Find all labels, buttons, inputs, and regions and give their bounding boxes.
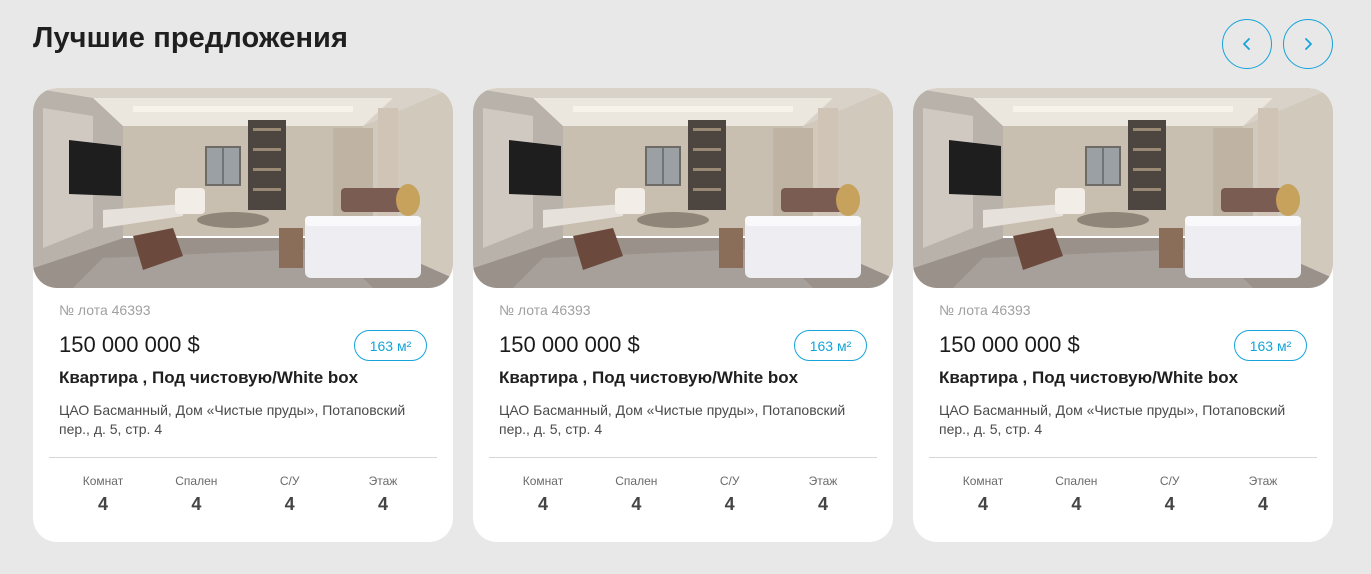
stats-row: Комнат 4 Спален 4 С/У 4 Этаж 4 — [71, 474, 415, 515]
stat-value: 4 — [97, 494, 108, 514]
price: 150 000 000 $ — [59, 332, 200, 357]
stat-value: 4 — [817, 494, 828, 514]
chevron-right-icon — [1305, 38, 1312, 50]
price: 150 000 000 $ — [939, 332, 1080, 357]
section-title: Лучшие предложения — [33, 22, 349, 54]
stat-item: Комнат 4 — [511, 474, 575, 515]
card-body: № лота 46393 150 000 000 $ 163 м² Кварти… — [913, 288, 1333, 542]
stat-value: 4 — [1257, 494, 1268, 514]
best-offers-section: Лучшие предложения № лота 46393 150 000 … — [0, 0, 1371, 574]
divider — [49, 457, 437, 458]
stat-label: Комнат — [522, 474, 564, 488]
apartment-photo[interactable] — [33, 88, 453, 288]
next-button[interactable] — [1283, 19, 1333, 69]
apartment-photo[interactable] — [913, 88, 1333, 288]
stats-row: Комнат 4 Спален 4 С/У 4 Этаж 4 — [951, 474, 1295, 515]
area-badge: 163 м² — [354, 330, 427, 361]
offer-card[interactable]: № лота 46393 150 000 000 $ 163 м² Кварти… — [473, 88, 893, 542]
stat-item: Комнат 4 — [951, 474, 1015, 515]
stat-label: С/У — [1159, 474, 1180, 488]
area-badge: 163 м² — [1234, 330, 1307, 361]
apartment-photo[interactable] — [473, 88, 893, 288]
offer-card[interactable]: № лота 46393 150 000 000 $ 163 м² Кварти… — [913, 88, 1333, 542]
stat-item: Спален 4 — [164, 474, 228, 515]
stat-label: С/У — [719, 474, 740, 488]
address: ЦАО Басманный, Дом «Чистые пруды», Потап… — [499, 402, 846, 437]
address: ЦАО Басманный, Дом «Чистые пруды», Потап… — [59, 402, 406, 437]
stat-label: С/У — [279, 474, 300, 488]
stat-label: Комнат — [82, 474, 124, 488]
property-type[interactable]: Квартира , Под чистовую/White box — [939, 368, 1238, 388]
stat-value: 4 — [977, 494, 988, 514]
lot-number: № лота 46393 — [499, 302, 591, 318]
carousel-nav — [1222, 19, 1333, 69]
offer-card[interactable]: № лота 46393 150 000 000 $ 163 м² Кварти… — [33, 88, 453, 542]
stat-value: 4 — [1071, 494, 1082, 514]
stat-value: 4 — [1164, 494, 1175, 514]
stat-value: 4 — [191, 494, 202, 514]
chevron-left-icon — [1243, 38, 1250, 50]
divider — [489, 457, 877, 458]
stat-label: Этаж — [808, 474, 838, 488]
stat-value: 4 — [724, 494, 735, 514]
stat-value: 4 — [537, 494, 548, 514]
stat-label: Этаж — [368, 474, 398, 488]
stat-item: Комнат 4 — [71, 474, 135, 515]
offers-list: № лота 46393 150 000 000 $ 163 м² Кварти… — [33, 88, 1333, 542]
stat-item: Этаж 4 — [1231, 474, 1295, 515]
property-type[interactable]: Квартира , Под чистовую/White box — [499, 368, 798, 388]
stat-value: 4 — [631, 494, 642, 514]
stat-label: Этаж — [1248, 474, 1278, 488]
stat-item: Спален 4 — [1044, 474, 1108, 515]
divider — [929, 457, 1317, 458]
stat-item: С/У 4 — [1138, 474, 1202, 515]
stat-value: 4 — [377, 494, 388, 514]
card-body: № лота 46393 150 000 000 $ 163 м² Кварти… — [33, 288, 453, 542]
stat-item: Этаж 4 — [791, 474, 855, 515]
stat-item: С/У 4 — [698, 474, 762, 515]
stat-label: Спален — [615, 474, 658, 488]
stat-item: Спален 4 — [604, 474, 668, 515]
stat-label: Спален — [175, 474, 218, 488]
stats-row: Комнат 4 Спален 4 С/У 4 Этаж 4 — [511, 474, 855, 515]
stat-label: Комнат — [962, 474, 1004, 488]
stat-item: С/У 4 — [258, 474, 322, 515]
stat-item: Этаж 4 — [351, 474, 415, 515]
area-badge: 163 м² — [794, 330, 867, 361]
stat-label: Спален — [1055, 474, 1098, 488]
lot-number: № лота 46393 — [59, 302, 151, 318]
lot-number: № лота 46393 — [939, 302, 1031, 318]
property-type[interactable]: Квартира , Под чистовую/White box — [59, 368, 358, 388]
price: 150 000 000 $ — [499, 332, 640, 357]
stat-value: 4 — [284, 494, 295, 514]
card-body: № лота 46393 150 000 000 $ 163 м² Кварти… — [473, 288, 893, 542]
prev-button[interactable] — [1222, 19, 1272, 69]
address: ЦАО Басманный, Дом «Чистые пруды», Потап… — [939, 402, 1286, 437]
